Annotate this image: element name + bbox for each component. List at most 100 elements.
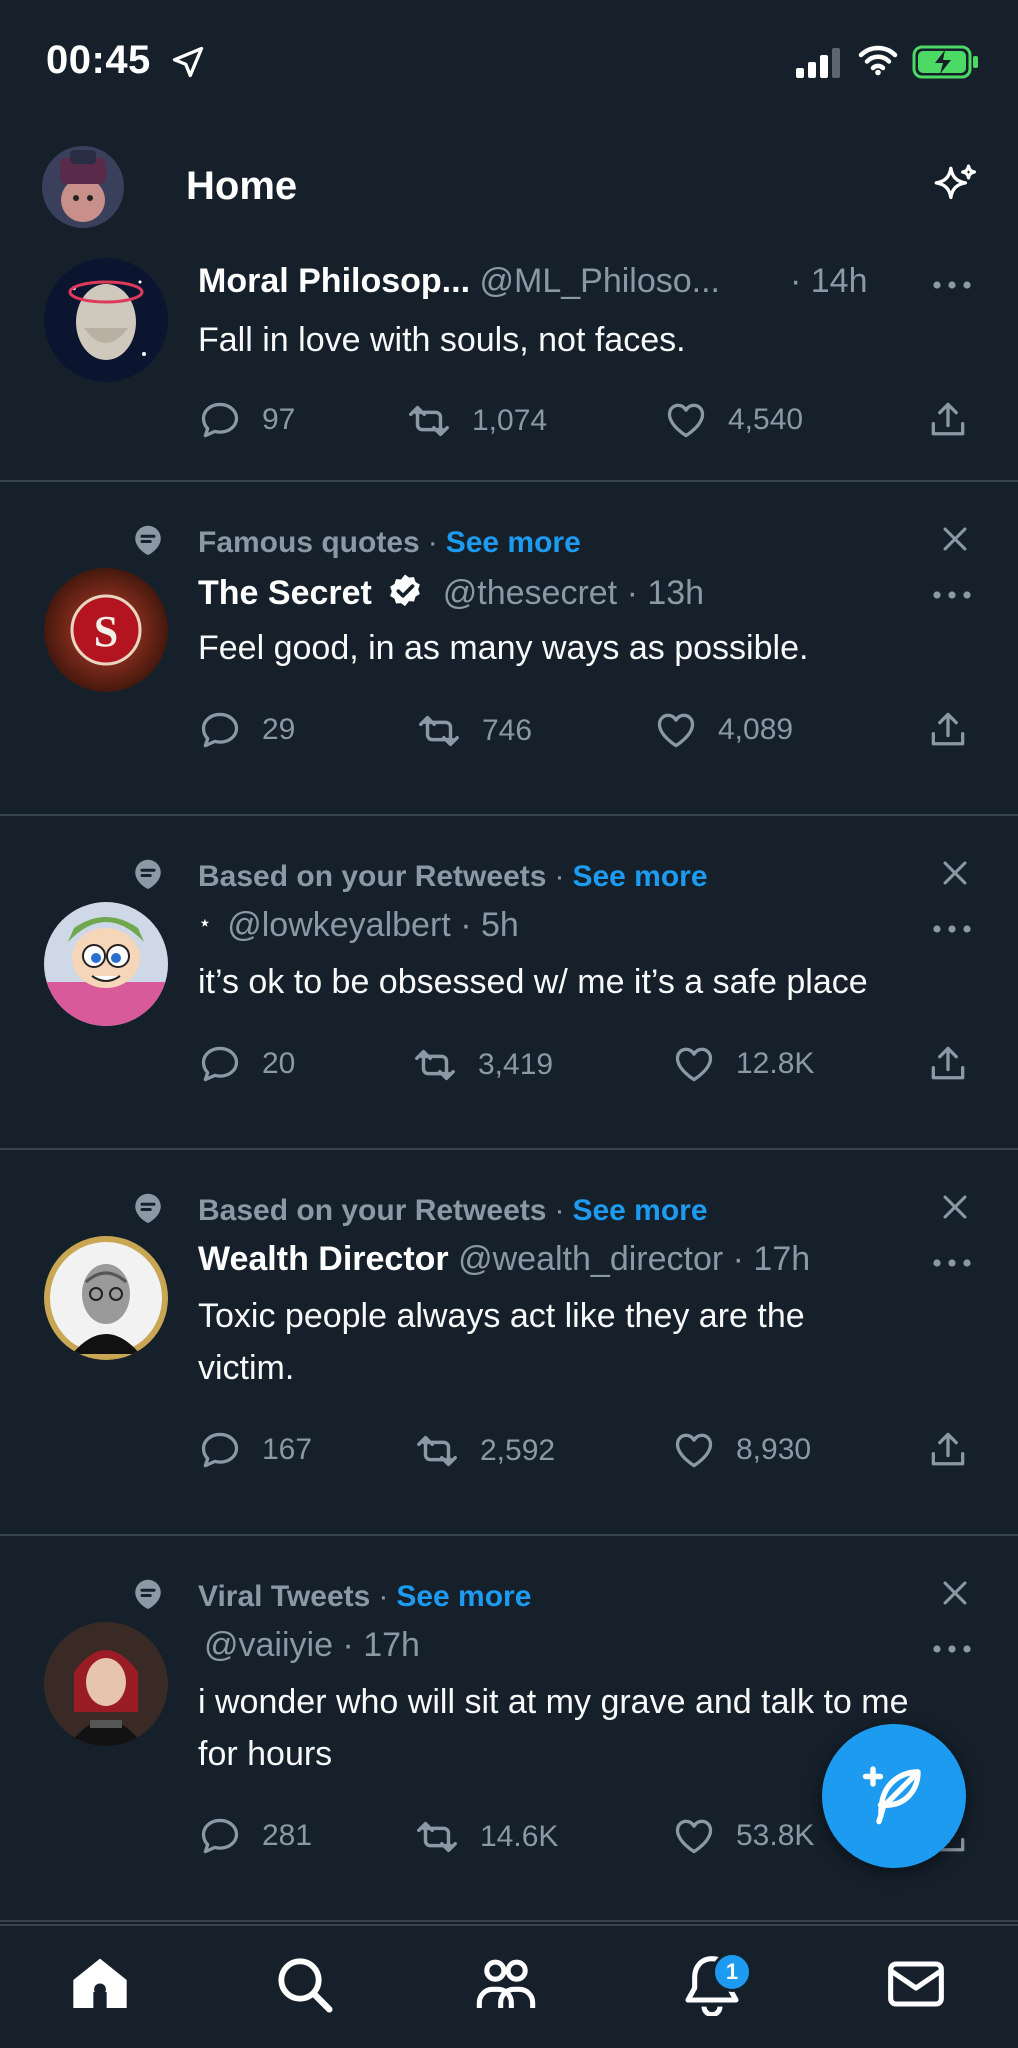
compose-button[interactable] [822, 1724, 966, 1868]
reply-button[interactable]: 97 [198, 398, 295, 442]
share-button[interactable] [926, 1428, 990, 1472]
social-context: Famous quotes · See more [0, 508, 1018, 568]
reply-count: 281 [262, 1819, 313, 1852]
more-icon[interactable] [932, 1258, 972, 1268]
like-icon [672, 1814, 716, 1858]
like-button[interactable]: 4,089 [654, 708, 793, 752]
avatar[interactable] [44, 902, 168, 1026]
context-label: Famous quotes [198, 526, 420, 559]
retweet-icon [412, 1042, 458, 1088]
tweet-header: @vaiiyie · 17h [198, 1626, 938, 1670]
author-handle[interactable]: @ML_Philoso... [479, 262, 720, 300]
social-context: Based on your Retweets · See more [0, 842, 1018, 902]
see-more-link[interactable]: See more [396, 1580, 531, 1613]
like-button[interactable]: 12.8K [672, 1042, 814, 1086]
close-icon[interactable] [938, 1576, 972, 1610]
retweet-button[interactable]: 2,592 [414, 1428, 555, 1474]
tweet-text: i wonder who will sit at my grave and ta… [198, 1683, 909, 1773]
share-button[interactable] [926, 708, 990, 752]
home-header: Home [0, 130, 1018, 240]
reply-button[interactable]: 29 [198, 708, 295, 752]
author-handle[interactable]: @wealth_director [458, 1240, 723, 1278]
author-name[interactable]: ⋆ [198, 910, 212, 935]
more-icon[interactable] [932, 924, 972, 934]
share-button[interactable] [926, 1042, 990, 1086]
like-count: 4,089 [718, 713, 794, 746]
see-more-link[interactable]: See more [446, 526, 581, 559]
page-title: Home [186, 164, 298, 208]
context-label: Viral Tweets [198, 1580, 371, 1613]
retweet-count: 3,419 [478, 1048, 554, 1081]
search-icon[interactable] [272, 1952, 336, 2016]
reply-button[interactable]: 167 [198, 1428, 312, 1472]
author-handle[interactable]: @thesecret [443, 574, 617, 612]
avatar[interactable] [44, 1622, 168, 1746]
like-count: 12.8K [736, 1047, 815, 1080]
tweet[interactable]: Based on your Retweets · See more Wealth D… [0, 1150, 1018, 1536]
avatar[interactable]: S [44, 568, 168, 692]
author-name[interactable]: The Secret [198, 574, 372, 612]
share-icon [926, 1428, 970, 1472]
reply-button[interactable]: 20 [198, 1042, 295, 1086]
like-count: 4,540 [728, 403, 804, 436]
tweet-time: · 14h [790, 262, 868, 300]
tweet-header: Moral Philosop... @ML_Philoso... · 14h [198, 262, 938, 306]
tweet-time: · 17h [342, 1626, 420, 1664]
reply-icon [198, 1042, 242, 1086]
topic-icon [130, 1576, 166, 1612]
author-handle[interactable]: @vaiiyie [204, 1626, 333, 1664]
tweet[interactable]: Moral Philosop... @ML_Philoso... · 14h F… [0, 248, 1018, 482]
notification-badge: 1 [712, 1952, 752, 1992]
tweet[interactable]: Based on your Retweets · See more ⋆ @lowke… [0, 816, 1018, 1150]
tweet-header: ⋆ @lowkeyalbert · 5h [198, 906, 938, 950]
tweet-time: · 13h [626, 574, 705, 612]
topic-icon [130, 1190, 166, 1226]
mail-icon[interactable] [884, 1952, 948, 2016]
social-context: Based on your Retweets · See more [0, 1176, 1018, 1236]
reply-button[interactable]: 281 [198, 1814, 312, 1858]
retweet-button[interactable]: 14.6K [414, 1814, 558, 1860]
tweet-header: Wealth Director @wealth_director · 17h [198, 1240, 938, 1284]
more-icon[interactable] [932, 1644, 972, 1654]
like-button[interactable]: 4,540 [664, 398, 803, 442]
share-icon [926, 708, 970, 752]
reply-icon [198, 1814, 242, 1858]
see-more-link[interactable]: See more [572, 1194, 707, 1227]
close-icon[interactable] [938, 1190, 972, 1224]
retweet-button[interactable]: 746 [416, 708, 532, 754]
author-handle[interactable]: @lowkeyalbert [227, 906, 451, 944]
tweet[interactable]: Famous quotes · See more S The Secret @the… [0, 482, 1018, 816]
signal-icon [796, 48, 840, 78]
reply-count: 97 [262, 403, 296, 436]
close-icon[interactable] [938, 856, 972, 890]
tweet-text: Feel good, in as many ways as possible. [198, 629, 809, 667]
profile-avatar[interactable] [42, 146, 124, 228]
reply-icon [198, 708, 242, 752]
more-icon[interactable] [932, 280, 972, 290]
like-icon [654, 708, 698, 752]
wifi-icon [858, 45, 898, 76]
share-button[interactable] [926, 398, 990, 442]
retweet-icon [406, 398, 452, 444]
like-button[interactable]: 53.8K [672, 1814, 814, 1858]
topic-icon [130, 856, 166, 892]
close-icon[interactable] [938, 522, 972, 556]
retweet-button[interactable]: 3,419 [412, 1042, 553, 1088]
sparkle-icon[interactable] [930, 162, 980, 212]
avatar[interactable] [44, 1236, 168, 1360]
author-name[interactable]: Moral Philosop... [198, 262, 470, 300]
see-more-link[interactable]: See more [572, 860, 707, 893]
home-icon[interactable] [68, 1952, 132, 2016]
retweet-icon [416, 708, 462, 754]
battery-charging-icon [912, 45, 978, 79]
more-icon[interactable] [932, 590, 972, 600]
like-button[interactable]: 8,930 [672, 1428, 811, 1472]
retweet-button[interactable]: 1,074 [406, 398, 547, 444]
social-context: Viral Tweets · See more [0, 1562, 1018, 1622]
reply-count: 29 [262, 713, 296, 746]
author-name[interactable]: Wealth Director [198, 1240, 449, 1278]
retweet-count: 746 [482, 714, 533, 747]
reply-icon [198, 398, 242, 442]
communities-icon[interactable] [474, 1952, 538, 2016]
avatar[interactable] [44, 258, 168, 382]
